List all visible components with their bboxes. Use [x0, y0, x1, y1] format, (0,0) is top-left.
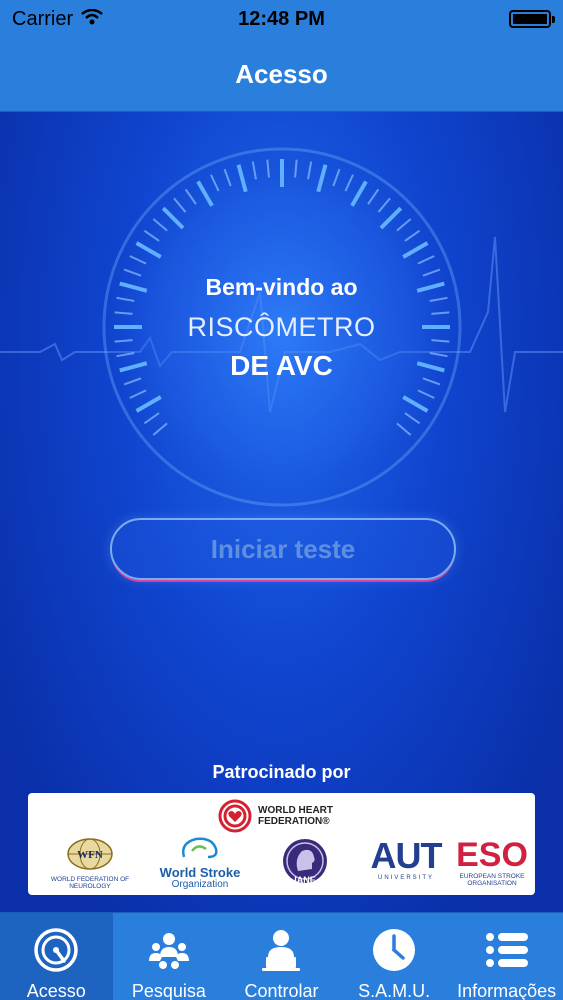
wfn-name: WORLD FEDERATION OF NEUROLOGY — [50, 876, 130, 890]
wfn-mark: WFN — [77, 849, 103, 861]
tab-label: S.A.M.U. — [358, 981, 431, 1000]
battery-icon — [509, 10, 555, 28]
wfn-logo: WFN WORLD FEDERATION OF NEUROLOGY — [46, 837, 134, 890]
head-logo-icon: IANE — [283, 839, 327, 885]
tab-label: Pesquisa — [131, 981, 206, 1000]
iane-name: IANE — [294, 875, 316, 885]
carrier-name: Carrier — [12, 7, 74, 30]
heart-logo-icon — [218, 799, 252, 833]
tab-label: Acesso — [26, 981, 86, 1000]
wifi-icon — [81, 8, 103, 31]
aut-university-logo: AUT UNIVERSITY — [366, 835, 446, 882]
status-bar: Carrier 12:48 PM — [0, 0, 563, 38]
tab-samu[interactable]: S.A.M.U. — [338, 913, 451, 1000]
eso-mark: ESO — [456, 836, 528, 874]
sponsored-by-label: Patrocinado por — [212, 762, 351, 782]
clock-icon — [371, 927, 417, 973]
tab-controlar[interactable]: Controlar — [225, 913, 338, 1000]
iane-logo: IANE — [270, 837, 340, 892]
welcome-line-3: DE AVC — [230, 350, 333, 381]
navigation-bar: Acesso — [0, 38, 563, 112]
tab-informacoes[interactable]: Informações — [450, 913, 563, 1000]
brain-logo-icon — [182, 837, 218, 859]
tab-acesso[interactable]: Acesso — [0, 913, 113, 1000]
wso-title: World Stroke — [159, 865, 241, 880]
tab-label: Controlar — [244, 981, 319, 1000]
user-laptop-icon — [258, 927, 304, 973]
welcome-line-1: Bem-vindo ao — [205, 274, 358, 300]
world-heart-federation-logo: WORLD HEART FEDERATION® — [218, 799, 358, 833]
sponsor-logos-panel: WORLD HEART FEDERATION® WFN WORLD FEDERA… — [28, 793, 535, 895]
aut-mark: AUT — [370, 835, 443, 876]
page-title: Acesso — [235, 59, 328, 89]
list-icon — [484, 927, 530, 973]
tab-label: Informações — [457, 981, 557, 1000]
tab-bar: Acesso Pesquisa Controlar S.A.M.U. Infor… — [0, 912, 563, 1000]
welcome-line-2: RISCÔMETRO — [187, 312, 376, 342]
globe-logo-icon: WFN — [67, 838, 113, 870]
eso-subtitle: EUROPEAN STROKE ORGANISATION — [459, 873, 525, 887]
eso-logo: ESO EUROPEAN STROKE ORGANISATION — [456, 837, 528, 887]
wso-subtitle: Organization — [171, 879, 229, 890]
main-content: Bem-vindo ao RISCÔMETRO DE AVC Iniciar t… — [0, 112, 563, 912]
world-stroke-organization-logo: World Stroke Organization — [150, 835, 250, 890]
start-test-button[interactable]: Iniciar teste — [110, 518, 456, 580]
whf-name: WORLD HEART FEDERATION® — [258, 805, 333, 827]
tab-pesquisa[interactable]: Pesquisa — [113, 913, 226, 1000]
people-icon — [146, 927, 192, 973]
gauge-icon — [33, 927, 79, 973]
carrier-info: Carrier — [12, 8, 103, 31]
